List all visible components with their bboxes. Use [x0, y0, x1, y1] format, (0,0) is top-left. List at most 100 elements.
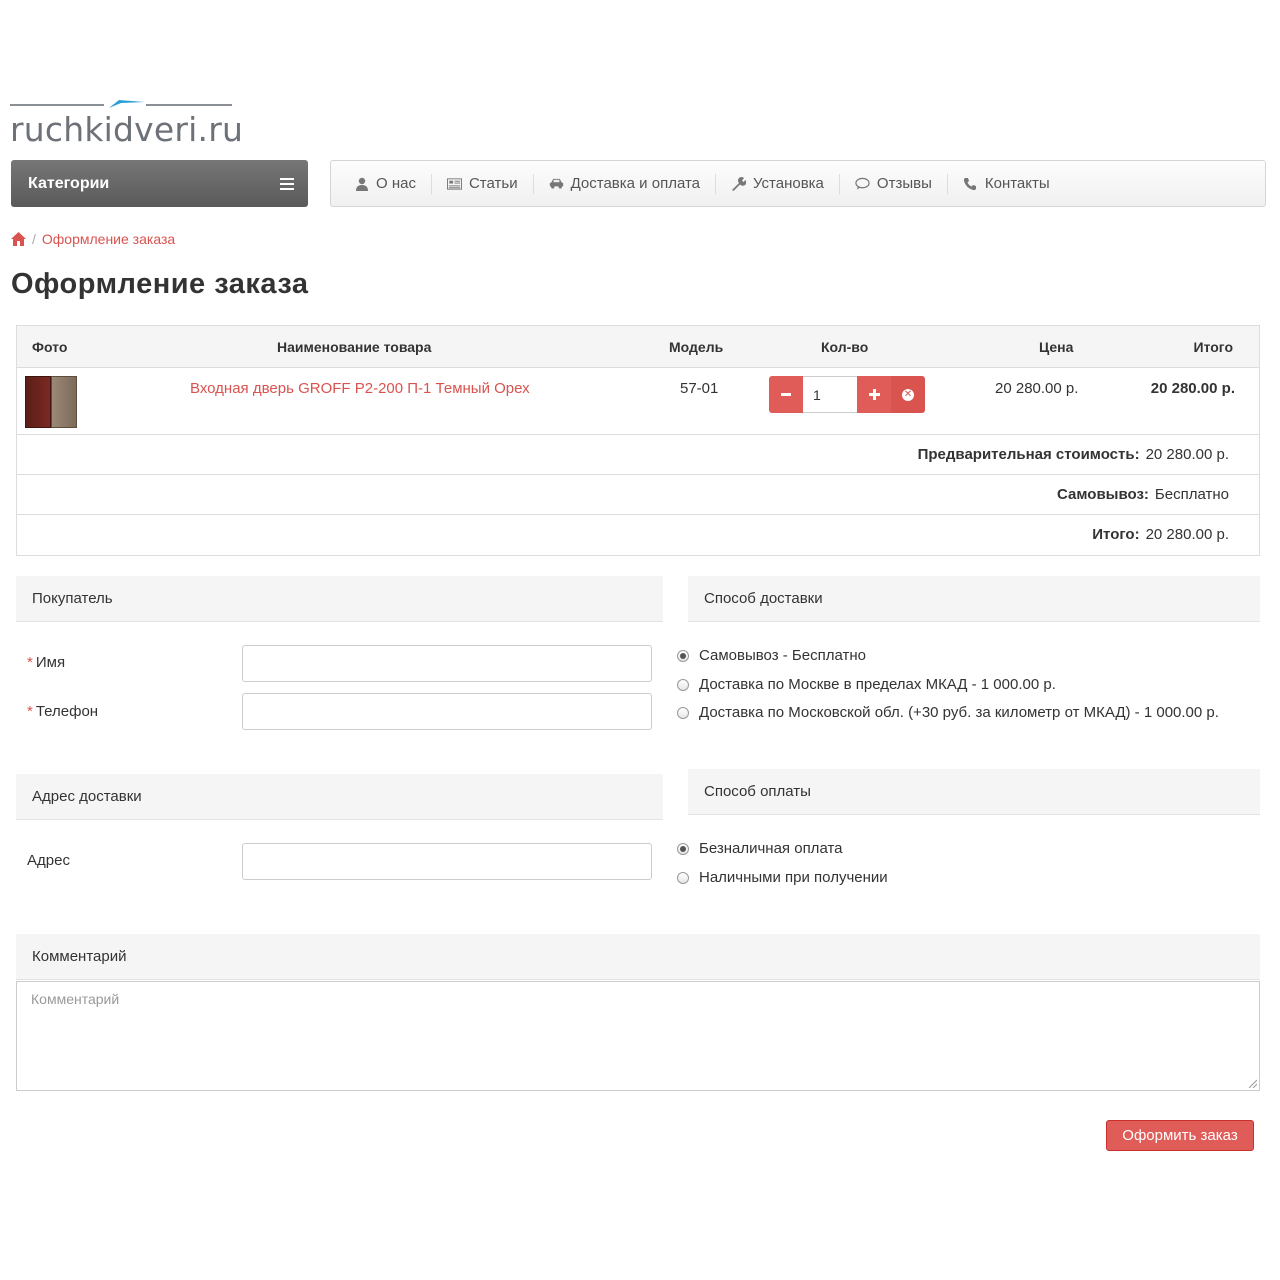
nav-item-reviews[interactable]: Отзывы: [840, 173, 948, 194]
subtotal-row: Предварительная стоимость: 20 280.00 р.: [17, 435, 1259, 475]
header-photo: Фото: [32, 339, 68, 355]
quantity-input[interactable]: 1: [803, 376, 857, 413]
cart-table-header: Фото Наименование товара Модель Кол-во Ц…: [17, 326, 1259, 368]
minus-icon: [781, 393, 791, 396]
logo-swoosh-icon: [109, 100, 145, 108]
product-price: 20 280.00 р.: [995, 380, 1079, 397]
payment-option-label: Наличными при получении: [699, 869, 888, 886]
nav-item-installation[interactable]: Установка: [716, 173, 840, 194]
payment-option-label: Безналичная оплата: [699, 840, 843, 857]
address-heading: Адрес доставки: [32, 788, 142, 805]
comment-icon: [855, 176, 870, 191]
logo-line-left: [10, 104, 104, 106]
nav-item-delivery[interactable]: Доставка и оплата: [534, 173, 716, 194]
delivery-panel-heading: Способ доставки: [688, 576, 1260, 622]
total-label: Итого:: [1092, 526, 1140, 543]
buyer-heading: Покупатель: [32, 590, 113, 607]
hamburger-icon: [280, 177, 294, 190]
breadcrumb: / Оформление заказа: [11, 231, 175, 247]
comment-panel-heading: Комментарий: [16, 934, 1260, 980]
product-thumbnail[interactable]: [25, 376, 77, 428]
quantity-stepper: 1 ✕: [769, 376, 927, 413]
breadcrumb-separator: /: [32, 231, 36, 247]
name-label-text: Имя: [35, 654, 66, 671]
radio-button[interactable]: [677, 871, 689, 884]
radio-button[interactable]: [677, 678, 689, 691]
logo-line-right: [146, 104, 232, 106]
address-field[interactable]: [242, 843, 652, 880]
subtotal-label: Предварительная стоимость:: [917, 446, 1140, 463]
radio-button-checked[interactable]: [677, 649, 689, 662]
comment-textarea[interactable]: Комментарий: [16, 981, 1260, 1091]
header-qty: Кол-во: [821, 339, 869, 355]
phone-label: * Телефон: [27, 703, 98, 720]
header-name: Наименование товара: [277, 339, 432, 355]
comment-placeholder: Комментарий: [31, 991, 120, 1007]
header-total: Итого: [1193, 339, 1233, 355]
name-field[interactable]: [242, 645, 652, 682]
user-icon: [354, 176, 369, 191]
payment-option-cashless[interactable]: Безналичная оплата: [677, 840, 843, 857]
nav-item-about[interactable]: О нас: [339, 173, 432, 194]
home-icon[interactable]: [11, 232, 26, 246]
required-mark: *: [27, 703, 33, 720]
delivery-option-label: Доставка по Москве в пределах МКАД - 1 0…: [699, 676, 1056, 693]
delivery-option-label: Самовывоз - Бесплатно: [699, 647, 866, 664]
header-price: Цена: [1039, 339, 1074, 355]
door-image-left: [25, 376, 51, 428]
delivery-option-label: Доставка по Московской обл. (+30 руб. за…: [699, 704, 1219, 721]
remove-item-button[interactable]: ✕: [891, 376, 925, 413]
categories-menu-button[interactable]: Категории: [11, 160, 308, 207]
nav-item-label: Отзывы: [876, 175, 932, 192]
site-logo[interactable]: ruchkidveri.ru: [10, 98, 243, 150]
radio-button[interactable]: [677, 706, 689, 719]
product-name-link[interactable]: Входная дверь GROFF P2-200 П-1 Темный Ор…: [190, 380, 530, 397]
name-label: * Имя: [27, 654, 65, 671]
page-title: Оформление заказа: [11, 268, 309, 300]
delivery-option-moscow[interactable]: Доставка по Москве в пределах МКАД - 1 0…: [677, 676, 1056, 693]
top-navigation: О нас Статьи Доставка и оплата Установка…: [330, 160, 1266, 207]
shipping-label: Самовывоз:: [1057, 486, 1149, 503]
subtotal-value: 20 280.00 р.: [1145, 446, 1229, 463]
decrease-quantity-button[interactable]: [769, 376, 803, 413]
payment-option-cash[interactable]: Наличными при получении: [677, 869, 888, 886]
shipping-row: Самовывоз: Бесплатно: [17, 475, 1259, 515]
nav-item-label: Контакты: [984, 175, 1050, 192]
wrench-icon: [731, 176, 746, 191]
nav-item-label: Установка: [753, 175, 824, 192]
nav-item-label: О нас: [376, 175, 416, 192]
breadcrumb-current[interactable]: Оформление заказа: [42, 231, 175, 247]
payment-panel-heading: Способ оплаты: [688, 769, 1260, 815]
total-row: Итого: 20 280.00 р.: [17, 515, 1259, 555]
table-row: Входная дверь GROFF P2-200 П-1 Темный Ор…: [17, 368, 1259, 435]
car-icon: [549, 176, 564, 191]
submit-order-button[interactable]: Оформить заказ: [1106, 1120, 1254, 1151]
nav-item-articles[interactable]: Статьи: [432, 173, 534, 194]
phone-label-text: Телефон: [35, 703, 99, 720]
resize-grip-icon[interactable]: [1247, 1078, 1257, 1088]
address-label: Адрес: [27, 852, 70, 869]
delivery-option-pickup[interactable]: Самовывоз - Бесплатно: [677, 647, 866, 664]
phone-icon: [963, 176, 978, 191]
increase-quantity-button[interactable]: [857, 376, 891, 413]
address-panel-heading: Адрес доставки: [16, 774, 663, 820]
delivery-option-region[interactable]: Доставка по Московской обл. (+30 руб. за…: [677, 704, 1219, 721]
product-model: 57-01: [680, 380, 719, 397]
buyer-panel-heading: Покупатель: [16, 576, 663, 622]
close-circle-icon: ✕: [902, 388, 914, 401]
logo-text: ruchkidveri.ru: [10, 110, 244, 149]
nav-item-label: Статьи: [468, 175, 518, 192]
header-model: Модель: [669, 339, 724, 355]
comment-heading: Комментарий: [32, 948, 127, 965]
total-value: 20 280.00 р.: [1145, 526, 1229, 543]
product-total: 20 280.00 р.: [1150, 380, 1235, 397]
radio-button-checked[interactable]: [677, 842, 689, 855]
delivery-heading: Способ доставки: [704, 590, 823, 607]
cart-table: Фото Наименование товара Модель Кол-во Ц…: [16, 325, 1260, 556]
categories-label: Категории: [28, 174, 110, 192]
payment-heading: Способ оплаты: [704, 783, 811, 800]
phone-field[interactable]: [242, 693, 652, 730]
door-image-right: [51, 376, 77, 428]
nav-item-contacts[interactable]: Контакты: [948, 174, 1065, 194]
nav-item-label: Доставка и оплата: [570, 175, 700, 192]
